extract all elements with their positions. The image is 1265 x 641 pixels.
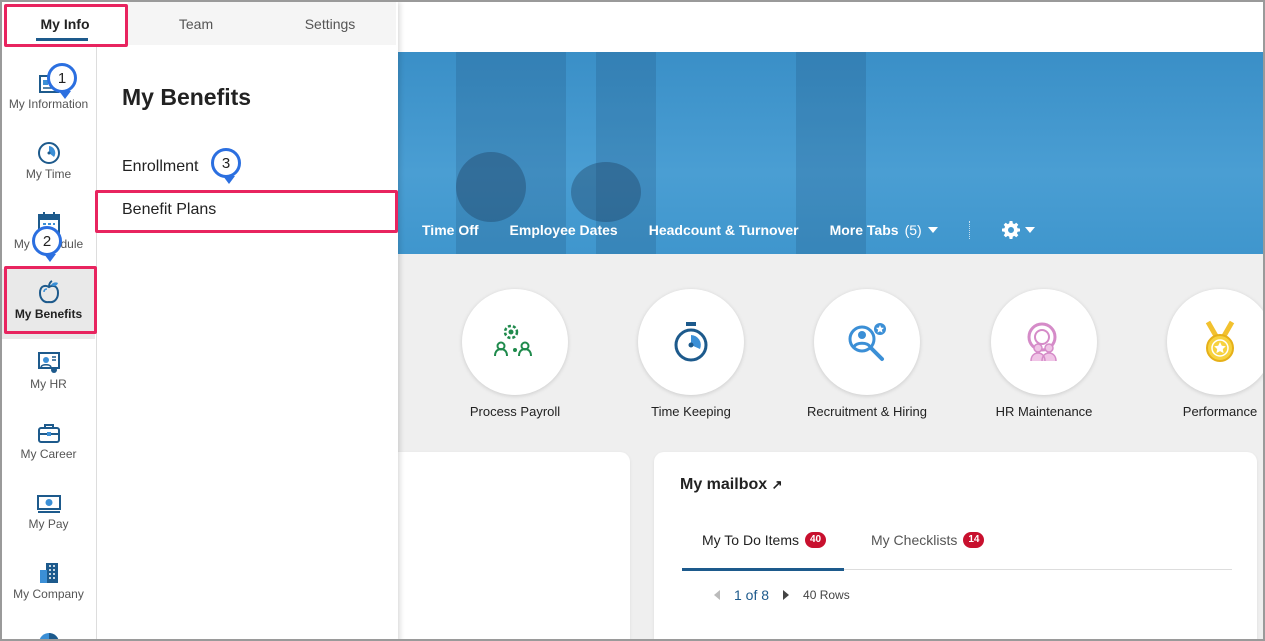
rows-count: 40 Rows [803,588,850,602]
more-tabs-label: More Tabs [829,222,899,238]
count-badge: 14 [963,532,985,548]
tab-label: Team [178,15,214,32]
money-icon [36,495,61,513]
tile-hr-maintenance[interactable]: HR Maintenance [974,289,1114,419]
hero-figure [571,162,641,222]
side-rail: My Information My Time My Schedule My Be… [2,45,97,639]
hero-figure [456,152,526,222]
rail-item-my-pay[interactable]: My Pay [2,479,95,549]
tab-headcount-turnover[interactable]: Headcount & Turnover [649,222,799,238]
rail-item-more[interactable] [2,619,95,639]
tab-my-to-do-items[interactable]: My To Do Items 40 [702,532,827,548]
mailbox-tabs: My To Do Items 40 My Checklists 14 [682,530,1232,571]
callout-marker: 2 [32,226,62,262]
hr-team-icon [1027,322,1057,362]
menu-item-enrollment[interactable]: Enrollment [122,158,198,176]
rail-item-my-career[interactable]: My Career [2,409,95,479]
tab-settings[interactable]: Settings [264,2,396,45]
rail-item-label: My Information [8,97,89,111]
tile-process-payroll[interactable]: Process Payroll [445,289,585,419]
callout-marker: 1 [47,63,77,99]
pie-chart-icon [39,633,58,639]
tile-label: Recruitment & Hiring [807,404,927,419]
tile-recruitment-hiring[interactable]: Recruitment & Hiring [797,289,937,419]
rail-item-label: My HR [30,377,67,391]
tile-time-keeping[interactable]: Time Keeping [621,289,761,419]
rail-item-my-company[interactable]: My Company [2,549,95,619]
tab-my-checklists[interactable]: My Checklists 14 [871,532,985,548]
callout-marker: 3 [211,148,241,184]
rail-item-label: My Career [20,447,77,461]
tab-settings-button[interactable] [1001,220,1035,240]
stopwatch-icon [674,322,708,362]
pager: 1 of 8 40 Rows [714,587,850,603]
mailbox-title-link[interactable]: My mailbox ↗ [680,476,783,494]
tile-label: Process Payroll [469,404,561,419]
tab-team[interactable]: Team [128,2,264,45]
gear-icon [1001,221,1020,239]
tile-circle [638,289,744,395]
person-board-icon [37,352,60,373]
tile-label: Time Keeping [651,404,731,419]
tile-performance[interactable]: Performance [1150,289,1263,419]
more-tabs-count: (5) [904,222,922,238]
more-tabs-button[interactable]: More Tabs (5) [830,222,938,238]
rail-item-label: My Company [13,587,84,601]
tab-employee-dates[interactable]: Employee Dates [510,222,618,238]
tab-label: My Checklists [871,532,958,548]
tab-divider [968,221,970,239]
next-page-icon[interactable] [783,590,790,600]
chevron-down-icon [1024,227,1035,233]
recruit-search-icon [848,323,886,361]
tile-circle [814,289,920,395]
tab-label: Settings [304,15,356,32]
clock-icon [37,142,60,164]
mailbox-title: My mailbox [680,476,768,493]
highlight-my-info-tab [4,4,128,47]
tile-circle [462,289,568,395]
rail-item-label: My Pay [28,517,69,531]
dashboard-tabs: Time Off Employee Dates Headcount & Turn… [422,220,1035,240]
payroll-people-icon [494,324,532,357]
medal-icon [1205,320,1235,362]
tile-circle [991,289,1097,395]
tile-label: Performance [1182,404,1258,419]
rail-item-my-time[interactable]: My Time [2,129,95,199]
app-window: Time Off Employee Dates Headcount & Turn… [0,0,1265,641]
rail-item-my-hr[interactable]: My HR [2,339,95,409]
menu-title: My Benefits [122,84,252,110]
briefcase-icon [37,424,60,443]
external-link-icon: ↗ [771,477,783,492]
tile-label: HR Maintenance [995,404,1093,419]
highlight-benefit-plans [95,190,398,233]
building-icon [39,563,58,583]
page-indicator[interactable]: 1 of 8 [734,587,769,603]
rail-item-label: My Time [25,167,72,181]
mailbox-card: My mailbox ↗ My To Do Items 40 My Checkl… [654,452,1257,639]
active-tab-indicator [682,568,844,571]
count-badge: 40 [805,532,827,548]
prev-page-icon[interactable] [714,590,720,600]
tab-time-off[interactable]: Time Off [422,222,479,238]
tab-label: My To Do Items [702,532,799,548]
highlight-my-benefits [4,266,97,334]
tile-circle [1167,289,1263,395]
chevron-down-icon [927,227,938,233]
quick-links: Process Payroll Time Keeping Recruitment… [396,254,1263,450]
